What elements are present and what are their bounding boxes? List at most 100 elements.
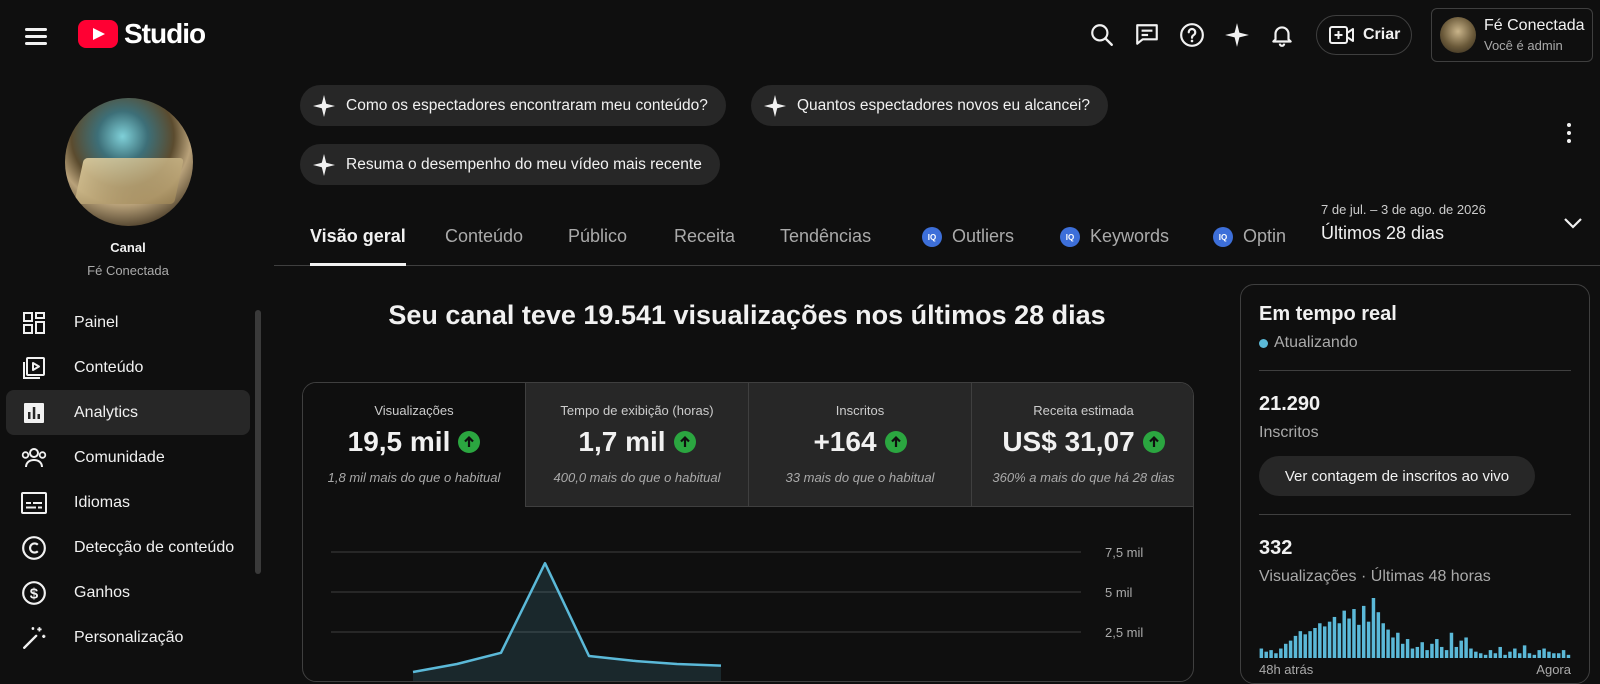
realtime-bar[interactable] <box>1357 624 1361 658</box>
sidebar-item-personalizacao[interactable]: Personalização <box>6 615 250 660</box>
realtime-bar[interactable] <box>1537 650 1541 658</box>
tab-keywords[interactable]: IQ Keywords <box>1060 226 1169 266</box>
realtime-bar[interactable] <box>1400 643 1405 658</box>
sidebar-item-deteccao[interactable]: Detecção de conteúdo <box>6 525 250 570</box>
realtime-bar[interactable] <box>1561 650 1566 658</box>
feedback-icon[interactable] <box>1131 19 1163 51</box>
sidebar-item-idiomas[interactable]: Idiomas <box>6 480 250 525</box>
realtime-bar[interactable] <box>1332 616 1337 658</box>
realtime-bar[interactable] <box>1439 646 1444 658</box>
realtime-bar[interactable] <box>1342 610 1346 658</box>
realtime-bar[interactable] <box>1478 653 1483 658</box>
realtime-bar[interactable] <box>1410 648 1415 658</box>
realtime-bar[interactable] <box>1474 651 1478 658</box>
realtime-bar[interactable] <box>1469 648 1473 658</box>
sidebar-item-analytics[interactable]: Analytics <box>6 390 250 435</box>
realtime-bar[interactable] <box>1313 628 1317 658</box>
realtime-bar[interactable] <box>1454 646 1459 658</box>
suggestion-chip-discovery[interactable]: Como os espectadores encontraram meu con… <box>300 85 726 126</box>
metric-subscribers[interactable]: Inscritos +164 33 mais do que o habitual <box>749 383 972 507</box>
sidebar-item-ganhos[interactable]: $ Ganhos <box>6 570 250 615</box>
realtime-bar[interactable] <box>1298 631 1303 658</box>
menu-icon[interactable] <box>20 20 52 52</box>
suggestion-chip-new-viewers[interactable]: Quantos espectadores novos eu alcancei? <box>751 85 1108 126</box>
realtime-bar[interactable] <box>1430 643 1434 658</box>
realtime-bar[interactable] <box>1322 626 1327 658</box>
realtime-bar[interactable] <box>1283 643 1288 658</box>
realtime-bar[interactable] <box>1522 645 1527 658</box>
sidebar-item-painel[interactable]: Painel <box>6 300 250 345</box>
realtime-bar[interactable] <box>1396 632 1400 658</box>
realtime-bar[interactable] <box>1269 650 1273 658</box>
realtime-bar[interactable] <box>1488 650 1493 658</box>
notifications-icon[interactable] <box>1266 19 1298 51</box>
realtime-bar[interactable] <box>1371 598 1376 658</box>
realtime-bar[interactable] <box>1327 621 1332 658</box>
realtime-bar[interactable] <box>1259 648 1264 658</box>
realtime-bar[interactable] <box>1493 653 1498 658</box>
realtime-bar[interactable] <box>1366 621 1371 658</box>
realtime-bar[interactable] <box>1288 640 1293 658</box>
realtime-bar[interactable] <box>1293 635 1298 658</box>
search-icon[interactable] <box>1086 19 1118 51</box>
realtime-bar[interactable] <box>1318 623 1322 658</box>
live-subscriber-count-button[interactable]: Ver contagem de inscritos ao vivo <box>1259 456 1535 496</box>
views-line-chart[interactable]: 7,5 mil 5 mil 2,5 mil <box>303 507 1194 682</box>
realtime-bar[interactable] <box>1425 650 1429 658</box>
sidebar-item-comunidade[interactable]: Comunidade <box>6 435 250 480</box>
realtime-bar[interactable] <box>1513 648 1517 658</box>
metric-views[interactable]: Visualizações 19,5 mil 1,8 mil mais do q… <box>303 383 526 507</box>
realtime-bar[interactable] <box>1386 629 1390 658</box>
metric-watch-time[interactable]: Tempo de exibição (horas) 1,7 mil 400,0 … <box>526 383 749 507</box>
studio-logo[interactable]: Studio <box>78 18 206 50</box>
realtime-bar[interactable] <box>1508 651 1512 658</box>
realtime-bar[interactable] <box>1547 651 1551 658</box>
realtime-bar[interactable] <box>1532 654 1537 658</box>
realtime-bar[interactable] <box>1527 653 1532 658</box>
realtime-bar[interactable] <box>1415 646 1420 658</box>
realtime-bar[interactable] <box>1444 650 1449 658</box>
realtime-bar[interactable] <box>1303 634 1307 658</box>
realtime-bar[interactable] <box>1376 612 1381 658</box>
realtime-bar[interactable] <box>1381 623 1385 658</box>
realtime-bar[interactable] <box>1352 609 1356 658</box>
tab-optin[interactable]: IQ Optin <box>1213 226 1286 266</box>
realtime-bar[interactable] <box>1459 640 1463 658</box>
realtime-bar[interactable] <box>1420 642 1424 658</box>
realtime-bar[interactable] <box>1556 653 1561 658</box>
realtime-bar[interactable] <box>1498 646 1502 658</box>
help-icon[interactable] <box>1176 19 1208 51</box>
realtime-bar[interactable] <box>1347 618 1351 658</box>
realtime-bar[interactable] <box>1552 653 1556 658</box>
date-range-selector[interactable]: 7 de jul. – 3 de ago. de 2026 Últimos 28… <box>1321 202 1591 252</box>
realtime-bar[interactable] <box>1483 654 1488 658</box>
metric-revenue[interactable]: Receita estimada US$ 31,07 360% a mais d… <box>972 383 1193 507</box>
tab-publico[interactable]: Público <box>568 226 627 266</box>
realtime-bar[interactable] <box>1517 653 1522 658</box>
realtime-bar[interactable] <box>1449 632 1454 658</box>
tab-visao-geral[interactable]: Visão geral <box>310 226 406 266</box>
realtime-bar[interactable] <box>1405 639 1410 658</box>
realtime-bar[interactable] <box>1337 623 1342 658</box>
realtime-bar[interactable] <box>1279 648 1283 658</box>
suggestion-chip-summary[interactable]: Resuma o desempenho do meu vídeo mais re… <box>300 144 720 185</box>
realtime-bar[interactable] <box>1542 648 1546 658</box>
sidebar-scrollbar[interactable] <box>255 310 261 574</box>
tab-tendencias[interactable]: Tendências <box>780 226 871 266</box>
realtime-bar[interactable] <box>1503 654 1507 658</box>
realtime-bar[interactable] <box>1464 637 1468 658</box>
tab-outliers[interactable]: IQ Outliers <box>922 226 1014 266</box>
sidebar-item-conteudo[interactable]: Conteúdo <box>6 345 250 390</box>
realtime-bar[interactable] <box>1391 637 1395 658</box>
sparkle-icon[interactable] <box>1221 19 1253 51</box>
realtime-bar[interactable] <box>1566 654 1571 658</box>
channel-avatar[interactable] <box>65 98 193 226</box>
realtime-bar[interactable] <box>1361 605 1366 658</box>
realtime-bar-chart[interactable] <box>1259 596 1571 658</box>
tab-receita[interactable]: Receita <box>674 226 735 266</box>
account-switcher[interactable]: Fé Conectada Você é admin <box>1431 8 1593 62</box>
tab-conteudo[interactable]: Conteúdo <box>445 226 523 266</box>
realtime-bar[interactable] <box>1264 651 1268 658</box>
realtime-bar[interactable] <box>1308 631 1312 658</box>
more-options-icon[interactable] <box>1561 120 1577 146</box>
